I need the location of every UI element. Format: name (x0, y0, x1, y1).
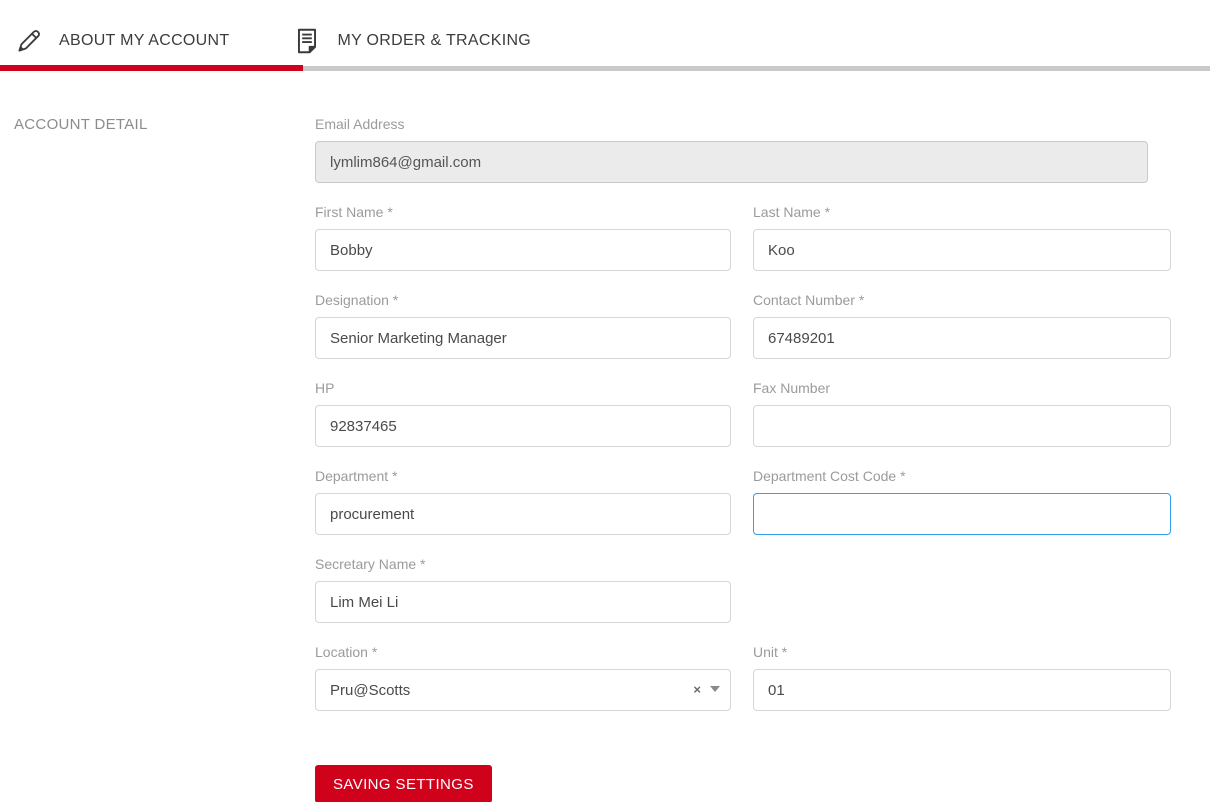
location-unit-row: Location * Pru@Scotts × Unit * (315, 644, 1171, 732)
location-label: Location * (315, 644, 378, 660)
account-detail-page: ACCOUNT DETAIL Email Address First Name … (0, 71, 1210, 802)
active-tab-indicator (0, 65, 303, 71)
tab-my-order-tracking-label: MY ORDER & TRACKING (337, 31, 532, 49)
designation-field-group: Designation * (315, 292, 731, 359)
department-field-group: Department * (315, 468, 731, 535)
email-field-group: Email Address (315, 116, 1171, 183)
hp-label: HP (315, 380, 335, 396)
email-label: Email Address (315, 116, 405, 132)
name-row: First Name * Last Name * (315, 204, 1171, 292)
chevron-down-icon[interactable] (710, 686, 720, 692)
tab-bar: ABOUT MY ACCOUNT MY ORDER & TRACKING (0, 0, 1210, 66)
hp-field-group: HP (315, 380, 731, 447)
clear-selection-icon[interactable]: × (693, 683, 701, 696)
hp-fax-row: HP Fax Number (315, 380, 1171, 468)
saving-settings-button[interactable]: SAVING SETTINGS (315, 765, 492, 802)
account-detail-form: Email Address First Name * Last Name * D… (315, 116, 1171, 802)
tab-underline (0, 65, 1210, 71)
fax-number-input[interactable] (753, 405, 1171, 447)
secretary-name-label: Secretary Name * (315, 556, 426, 572)
secretary-name-input[interactable] (315, 581, 731, 623)
fax-number-field-group: Fax Number (753, 380, 1171, 447)
unit-field-group: Unit * (753, 644, 1171, 711)
designation-input[interactable] (315, 317, 731, 359)
location-field-group: Location * Pru@Scotts × (315, 644, 731, 711)
tab-about-my-account[interactable]: ABOUT MY ACCOUNT (14, 26, 229, 56)
tab-about-my-account-label: ABOUT MY ACCOUNT (59, 31, 230, 49)
pencil-icon (14, 26, 44, 56)
location-selected-value: Pru@Scotts (330, 682, 411, 699)
contact-number-field-group: Contact Number * (753, 292, 1171, 359)
last-name-label: Last Name * (753, 204, 831, 220)
secretary-row: Secretary Name * (315, 556, 1171, 644)
sidebar: ACCOUNT DETAIL (0, 116, 315, 802)
location-select[interactable]: Pru@Scotts × (315, 669, 731, 711)
first-name-input[interactable] (315, 229, 731, 271)
department-label: Department * (315, 468, 398, 484)
department-cost-code-label: Department Cost Code * (753, 468, 906, 484)
contact-number-label: Contact Number * (753, 292, 865, 308)
document-icon (292, 26, 322, 56)
department-row: Department * Department Cost Code * (315, 468, 1171, 556)
first-name-label: First Name * (315, 204, 393, 220)
section-title-account-detail: ACCOUNT DETAIL (14, 116, 148, 133)
last-name-input[interactable] (753, 229, 1171, 271)
designation-contact-row: Designation * Contact Number * (315, 292, 1171, 380)
unit-label: Unit * (753, 644, 788, 660)
secretary-name-field-group: Secretary Name * (315, 556, 731, 623)
contact-number-input[interactable] (753, 317, 1171, 359)
tab-my-order-tracking[interactable]: MY ORDER & TRACKING (292, 26, 531, 56)
designation-label: Designation * (315, 292, 399, 308)
first-name-field-group: First Name * (315, 204, 731, 271)
fax-number-label: Fax Number (753, 380, 831, 396)
last-name-field-group: Last Name * (753, 204, 1171, 271)
department-cost-code-input[interactable] (753, 493, 1171, 535)
email-input (315, 141, 1148, 183)
unit-input[interactable] (753, 669, 1171, 711)
hp-input[interactable] (315, 405, 731, 447)
department-input[interactable] (315, 493, 731, 535)
department-cost-code-field-group: Department Cost Code * (753, 468, 1171, 535)
